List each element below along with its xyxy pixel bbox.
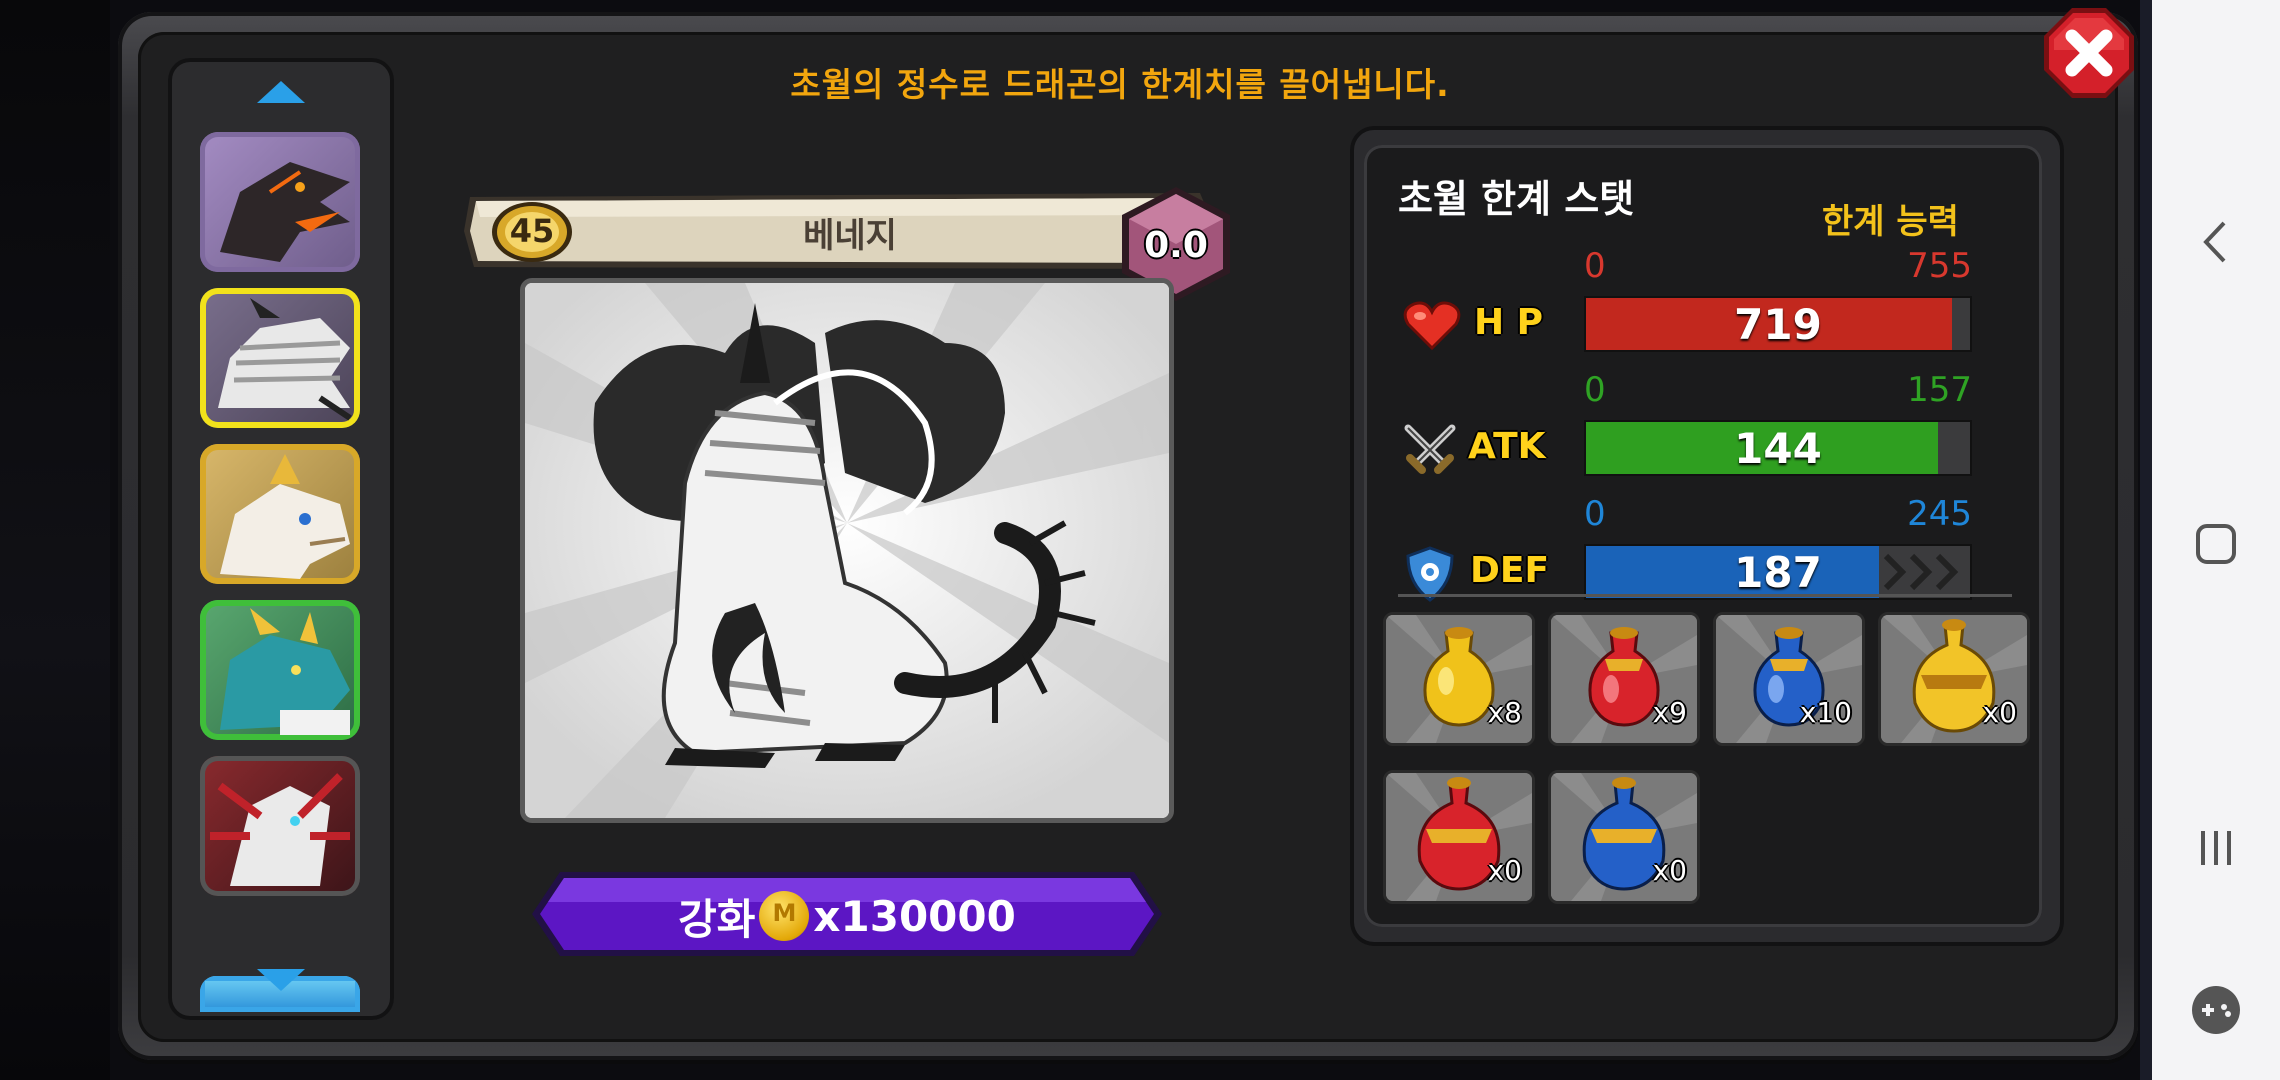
hp-min: 0	[1584, 246, 1606, 286]
limit-ability-label: 한계 능력	[1822, 202, 1959, 242]
hp-label: H P	[1474, 302, 1544, 343]
close-button[interactable]	[2042, 6, 2136, 100]
atk-value: 144	[1734, 423, 1822, 473]
grade-value: 0.0	[1144, 225, 1208, 266]
dragon-name: 베네지	[803, 216, 897, 256]
recents-lines-icon	[2201, 831, 2231, 865]
atk-label: ATK	[1468, 426, 1546, 467]
dragon-list[interactable]	[168, 58, 394, 1020]
item-slot-blue-potion[interactable]: x10	[1713, 612, 1865, 746]
dragon-portrait	[520, 278, 1174, 823]
item-count: x10	[1799, 696, 1852, 729]
item-slot-red-elixir[interactable]: x0	[1383, 770, 1535, 904]
nav-recents-button[interactable]	[2152, 798, 2280, 898]
item-count: x8	[1487, 696, 1522, 729]
def-label: DEF	[1470, 550, 1550, 591]
dragon-thumb-teal[interactable]	[200, 600, 360, 740]
stats-title: 초월 한계 스탯	[1398, 177, 1635, 221]
hp-value: 719	[1734, 299, 1822, 349]
item-count: x0	[1982, 696, 2017, 729]
nav-home-button[interactable]	[2152, 494, 2280, 594]
swords-icon	[1400, 420, 1460, 480]
def-min: 0	[1584, 494, 1606, 534]
item-slot-red-potion[interactable]: x9	[1548, 612, 1700, 746]
def-value: 187	[1734, 547, 1822, 597]
home-square-icon	[2196, 524, 2236, 564]
gamepad-icon	[2192, 986, 2240, 1034]
panel-description: 초월의 정수로 드래곤의 한계치를 끌어냅니다.	[790, 65, 1450, 104]
dragon-thumb-dark[interactable]	[200, 132, 360, 272]
level-value: 45	[509, 212, 555, 250]
def-bar: 187	[1584, 544, 1972, 600]
dragon-artwork-icon	[525, 283, 1169, 818]
item-slot-gold-elixir[interactable]: x0	[1878, 612, 2030, 746]
nav-game-tools-button[interactable]	[2152, 960, 2280, 1060]
hp-max: 755	[1907, 246, 1972, 286]
golden-dragon-icon	[220, 454, 350, 579]
item-count: x0	[1487, 854, 1522, 887]
scroll-down-button[interactable]	[168, 960, 394, 1000]
upgrade-label: 강화	[678, 894, 756, 944]
nav-back-button[interactable]	[2152, 192, 2280, 292]
item-count: x0	[1652, 854, 1687, 887]
close-icon	[2044, 8, 2134, 98]
arrow-down-icon	[257, 969, 305, 991]
item-slot-blue-elixir[interactable]: x0	[1548, 770, 1700, 904]
background-left	[0, 0, 110, 1080]
def-max: 245	[1907, 494, 1972, 534]
item-slot-yellow-potion[interactable]: x8	[1383, 612, 1535, 746]
hp-bar: 719	[1584, 296, 1972, 352]
dragon-thumb-selected[interactable]	[200, 288, 360, 428]
background-right	[2140, 0, 2152, 1080]
dark-dragon-icon	[220, 162, 350, 262]
scroll-up-button[interactable]	[168, 72, 394, 112]
stats-divider	[1398, 594, 2012, 597]
heart-icon	[1402, 296, 1462, 356]
level-badge: 45	[490, 200, 574, 264]
dragon-thumb-golden[interactable]	[200, 444, 360, 584]
android-navigation-bar	[2152, 0, 2280, 1080]
dragon-thumb-crimson[interactable]	[200, 756, 360, 896]
teal-dragon-icon	[220, 608, 350, 735]
coin-icon: M	[759, 891, 810, 941]
upgrade-cost: x130000	[813, 891, 1016, 941]
atk-max: 157	[1907, 370, 1972, 410]
atk-bar: 144	[1584, 420, 1972, 476]
crimson-dragon-icon	[210, 773, 350, 886]
bandaged-dragon-icon	[218, 298, 352, 421]
item-count: x9	[1652, 696, 1687, 729]
upgrade-button[interactable]: 강화 M x130000	[530, 878, 1164, 954]
atk-min: 0	[1584, 370, 1606, 410]
arrow-up-icon	[257, 81, 305, 103]
back-chevron-icon	[2203, 221, 2226, 263]
